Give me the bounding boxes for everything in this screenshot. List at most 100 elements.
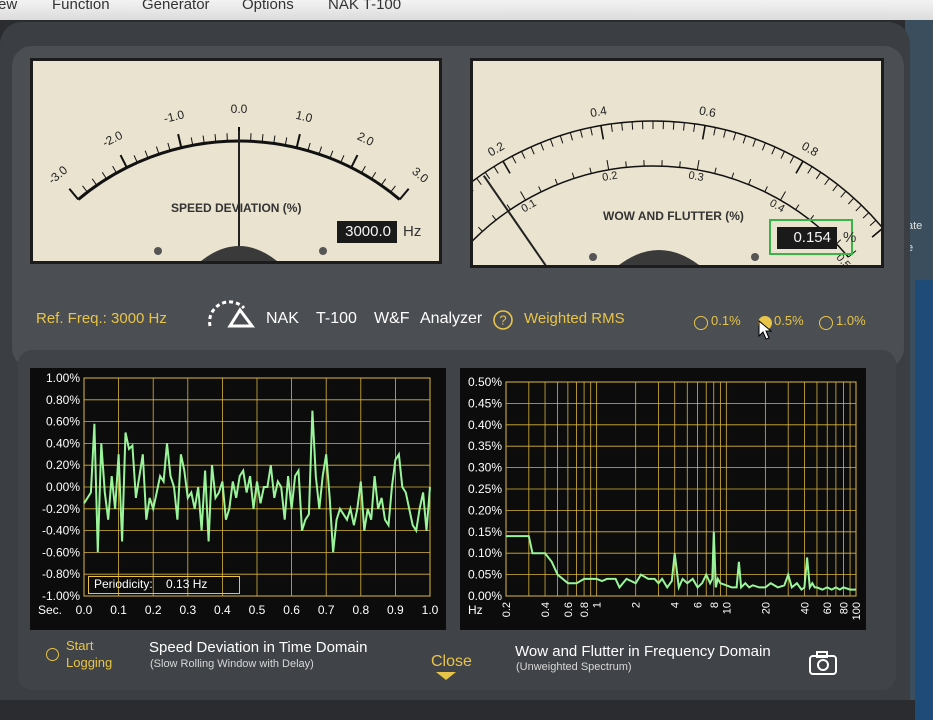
- inner-scale-label: 0.3: [687, 170, 704, 184]
- x-tick-label: 2: [631, 602, 643, 608]
- y-tick-label: 0.40%: [468, 418, 502, 432]
- menu-bar: ew Function Generator Options NAK T-100: [0, 0, 933, 20]
- inner-scale-tick: [732, 173, 734, 179]
- range-label-0-1: 0.1%: [711, 313, 741, 328]
- y-tick-label: 0.10%: [468, 546, 502, 560]
- ref-freq-label: Ref. Freq.: 3000 Hz: [36, 310, 167, 327]
- x-tick-label: 0.9: [387, 603, 404, 617]
- outer-scale-tick: [477, 178, 482, 184]
- speed-deviation-label: SPEED DEVIATION (%): [171, 201, 301, 215]
- scale-tick: [145, 151, 148, 158]
- inner-scale-tick: [749, 179, 751, 185]
- inner-scale-tick: [539, 186, 542, 191]
- scale-tick: [178, 134, 181, 148]
- y-tick-label: -0.60%: [42, 545, 80, 559]
- brand-label: NAK: [266, 310, 299, 328]
- inner-scale-tick: [626, 161, 627, 167]
- outer-scale-tick: [580, 130, 582, 138]
- inner-scale-tick: [492, 215, 496, 220]
- y-tick-label: -1.00%: [42, 589, 80, 603]
- freq-plot-title: Wow and Flutter in Frequency Domain: [515, 643, 771, 660]
- help-icon[interactable]: ?: [492, 309, 514, 331]
- outer-scale-tick: [816, 172, 820, 179]
- inner-scale-tick: [572, 173, 574, 179]
- x-tick-label: 0.0: [76, 603, 93, 617]
- svg-text:?: ?: [499, 313, 506, 328]
- inner-scale-label: 0.4: [767, 197, 786, 215]
- outer-scale-tick: [841, 191, 846, 197]
- x-tick-label: 0.6: [283, 603, 300, 617]
- periodicity-label: Periodicity: 0.13 Hz: [94, 577, 207, 591]
- x-tick-label: 0.2: [501, 602, 513, 617]
- outer-scale-tick: [753, 139, 756, 147]
- outer-scale-tick: [703, 126, 705, 140]
- range-radio-0-1[interactable]: [694, 316, 708, 330]
- chevron-down-icon: [436, 672, 456, 682]
- inner-scale-tick: [555, 179, 557, 185]
- outer-scale-tick: [570, 133, 572, 141]
- camera-icon[interactable]: [808, 650, 838, 676]
- x-tick-label: 0.1: [110, 603, 127, 617]
- outer-scale-tick: [714, 128, 716, 136]
- inner-scale-tick: [680, 161, 681, 167]
- menu-view[interactable]: ew: [0, 0, 17, 13]
- outer-scale-tick: [856, 205, 862, 211]
- scale-tick: [391, 186, 396, 192]
- needle-pivot: [619, 250, 699, 265]
- outer-scale-tick: [870, 220, 876, 225]
- scale-tick: [371, 172, 375, 179]
- outer-scale-tick: [833, 185, 838, 191]
- outer-scale-tick: [601, 126, 603, 140]
- scale-label: 0.0: [231, 102, 248, 116]
- time-domain-plot: 1.00%0.80%0.60%0.40%0.20%0.00%-0.20%-0.4…: [30, 368, 446, 630]
- outer-scale-tick: [848, 198, 853, 204]
- nak-logo-icon: [204, 300, 260, 332]
- outer-scale-label: 0.4: [589, 103, 608, 120]
- outer-scale-tick: [762, 143, 765, 150]
- menu-options[interactable]: Options: [242, 0, 294, 13]
- outer-scale-tick: [611, 124, 612, 132]
- x-tick-label: 100: [851, 602, 863, 620]
- close-button[interactable]: Close: [431, 653, 472, 671]
- menu-generator[interactable]: Generator: [142, 0, 210, 13]
- outer-scale-tick: [781, 151, 785, 158]
- x-tick-label: 0.3: [179, 603, 196, 617]
- x-tick-label: 1.0: [422, 603, 439, 617]
- screw-dot: [589, 253, 597, 261]
- x-tick-label: 1: [592, 602, 604, 608]
- scale-tick: [351, 155, 357, 168]
- outer-scale-tick: [808, 167, 812, 174]
- logging-label[interactable]: Logging: [66, 655, 112, 670]
- x-tick-label: 40: [799, 602, 811, 614]
- menu-nak-t100[interactable]: NAK T-100: [328, 0, 401, 13]
- menu-function[interactable]: Function: [52, 0, 110, 13]
- wf-label: W&F: [374, 310, 410, 328]
- scale-label: -1.0: [162, 107, 186, 125]
- x-tick-label: 8: [709, 602, 721, 608]
- y-tick-label: 0.20%: [46, 458, 80, 472]
- outer-scale-tick: [560, 136, 562, 144]
- outer-scale-tick: [550, 139, 553, 147]
- outer-scale-tick: [743, 136, 745, 144]
- weighting-mode-label[interactable]: Weighted RMS: [524, 310, 625, 327]
- y-tick-label: 0.35%: [468, 439, 502, 453]
- analyzer-label: Analyzer: [420, 310, 482, 328]
- outer-scale-tick: [790, 156, 794, 163]
- inner-scale-tick: [478, 227, 482, 231]
- x-tick-label: 0.6: [563, 602, 575, 617]
- range-label-0-5: 0.5%: [774, 313, 804, 328]
- y-tick-label: 0.30%: [468, 461, 502, 475]
- scale-tick: [341, 155, 344, 162]
- start-label[interactable]: Start: [66, 638, 93, 653]
- x-tick-label: 0.8: [352, 603, 369, 617]
- y-tick-label: 0.45%: [468, 396, 502, 410]
- y-tick-label: 0.50%: [468, 375, 502, 389]
- inner-scale-tick: [796, 205, 799, 210]
- outer-scale-tick: [863, 213, 869, 219]
- outer-scale-tick: [622, 123, 623, 131]
- start-logging-radio[interactable]: [46, 648, 59, 661]
- inner-scale-tick: [781, 192, 786, 201]
- range-radio-1-0[interactable]: [819, 316, 833, 330]
- x-tick-label: 0.7: [318, 603, 335, 617]
- outer-scale-tick: [512, 156, 516, 163]
